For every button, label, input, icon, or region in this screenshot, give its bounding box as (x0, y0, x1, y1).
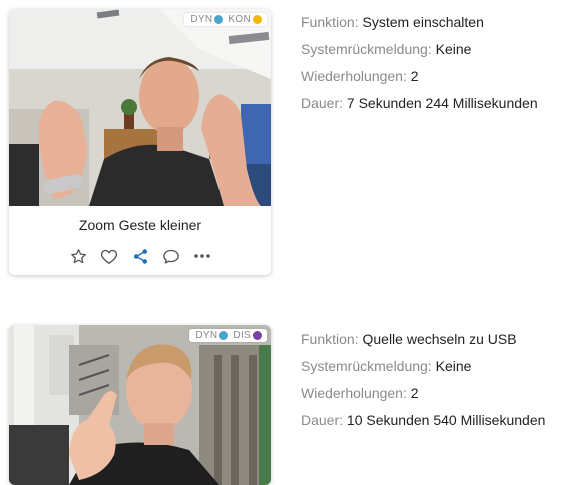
gesture-info: Funktion: System einschalten Systemrückm… (301, 9, 538, 117)
info-function: Funktion: System einschalten (301, 14, 484, 30)
badge-dyn-label: DYN (190, 14, 213, 25)
star-icon[interactable] (69, 247, 87, 265)
dyn-dot-icon (214, 15, 224, 24)
info-repetitions: Wiederholungen: 2 (301, 68, 419, 84)
kon-dot-icon (253, 15, 262, 24)
share-icon[interactable] (131, 247, 149, 265)
info-function: Funktion: Quelle wechseln zu USB (301, 331, 517, 347)
gesture-info: Funktion: Quelle wechseln zu USB Systemr… (301, 326, 545, 434)
video-thumbnail[interactable]: DYN DIS (9, 325, 271, 485)
gesture-card[interactable]: DYN DIS (9, 325, 271, 485)
badge-dis-label: DIS (233, 330, 251, 341)
info-duration: Dauer: 7 Sekunden 244 Millisekunden (301, 95, 538, 111)
gesture-card[interactable]: DYN KON Zoom Geste kleiner (9, 9, 271, 275)
gesture-title[interactable]: Zoom Geste kleiner (9, 217, 271, 233)
dis-dot-icon (253, 331, 262, 340)
gesture-video-image (9, 9, 271, 206)
heart-icon[interactable] (100, 247, 118, 265)
gesture-type-badge: DYN KON (184, 13, 267, 26)
more-icon[interactable] (193, 247, 211, 265)
info-feedback: Systemrückmeldung: Keine (301, 41, 472, 57)
badge-dyn-label: DYN (195, 330, 218, 341)
badge-kon-label: KON (228, 14, 251, 25)
info-repetitions: Wiederholungen: 2 (301, 385, 419, 401)
gesture-type-badge: DYN DIS (189, 329, 267, 342)
comment-icon[interactable] (162, 247, 180, 265)
info-duration: Dauer: 10 Sekunden 540 Millisekunden (301, 412, 546, 428)
info-feedback: Systemrückmeldung: Keine (301, 358, 472, 374)
video-thumbnail[interactable]: DYN KON (9, 9, 271, 206)
dyn-dot-icon (219, 331, 229, 340)
card-actions (9, 247, 271, 265)
gesture-video-image (9, 325, 271, 485)
